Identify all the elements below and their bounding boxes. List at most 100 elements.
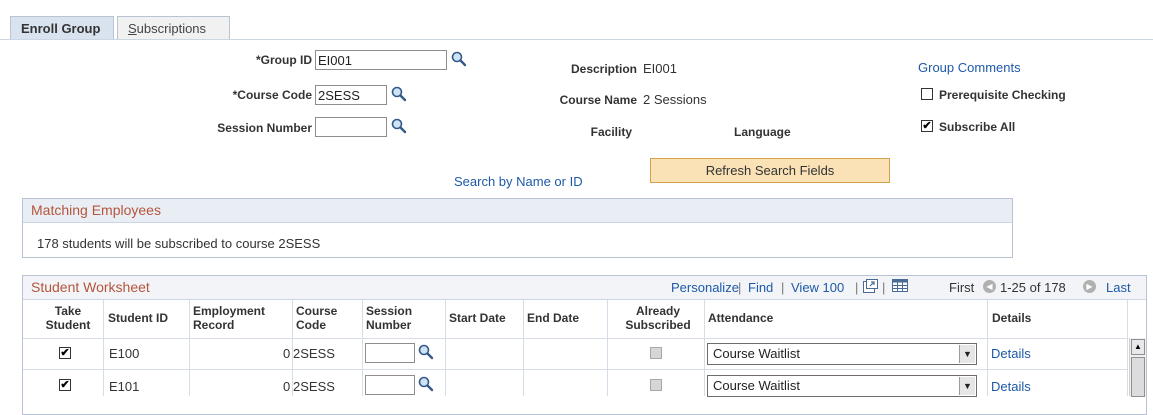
first-label: First	[949, 280, 975, 295]
column-divider	[445, 300, 446, 396]
last-link[interactable]: Last	[1106, 280, 1131, 295]
scrollbar-thumb[interactable]	[1131, 357, 1145, 397]
course-name-label: Course Name	[559, 93, 637, 107]
course-code-input[interactable]	[315, 85, 387, 105]
tab-bar-divider	[0, 39, 1153, 40]
session-number-lookup-icon[interactable]	[390, 117, 408, 135]
column-header-student-id: Student ID	[108, 311, 168, 325]
details-link[interactable]: Details	[991, 379, 1031, 394]
tab-subscriptions-access-key: S	[128, 21, 137, 36]
group-id-label: *Group ID	[256, 53, 312, 67]
column-header-emp-line2: Record	[193, 318, 235, 332]
employment-record-cell: 0	[283, 346, 291, 361]
take-student-checkbox[interactable]: ✔	[59, 347, 71, 359]
group-comments-link[interactable]: Group Comments	[918, 60, 1021, 75]
column-header-end-date: End Date	[527, 311, 580, 325]
find-link[interactable]: Find	[748, 280, 773, 295]
course-code-cell: 2SESS	[293, 346, 335, 361]
session-number-row-input[interactable]	[365, 375, 415, 395]
column-header-course-line1: Course	[296, 304, 338, 318]
vertical-scrollbar[interactable]: ▲	[1129, 338, 1146, 397]
zoom-grid-icon[interactable]	[863, 279, 878, 293]
session-number-label: Session Number	[217, 121, 312, 135]
column-divider	[362, 300, 363, 396]
nav-separator: |	[781, 280, 785, 295]
course-code-cell: 2SESS	[293, 379, 335, 394]
column-divider	[1127, 300, 1128, 396]
take-student-checkbox[interactable]: ✔	[59, 379, 71, 391]
column-header-course-line2: Code	[296, 318, 326, 332]
column-divider	[704, 300, 705, 396]
attendance-select-value: Course Waitlist	[713, 378, 800, 393]
chevron-down-icon: ▼	[959, 377, 975, 395]
column-header-already-line1: Already	[635, 304, 681, 318]
session-lookup-icon[interactable]	[417, 375, 435, 393]
refresh-search-fields-button[interactable]: Refresh Search Fields	[650, 158, 890, 183]
column-divider	[607, 300, 608, 396]
facility-label: Facility	[590, 125, 632, 139]
language-label: Language	[734, 125, 791, 139]
details-link[interactable]: Details	[991, 346, 1031, 361]
column-header-emp-line1: Employment	[193, 304, 266, 318]
nav-separator: |	[738, 280, 742, 295]
column-header-employment-record: Employment Record	[193, 304, 265, 332]
previous-page-icon[interactable]: ◀	[983, 280, 996, 293]
subscribe-all-checkbox[interactable]: ✔	[921, 120, 933, 132]
prerequisite-checking-label: Prerequisite Checking	[939, 88, 1066, 102]
column-header-course-code: Course Code	[296, 304, 337, 332]
column-divider	[987, 300, 988, 396]
employment-record-cell: 0	[283, 379, 291, 394]
already-subscribed-checkbox	[650, 347, 662, 359]
description-label: Description	[570, 62, 637, 76]
student-worksheet-grid: Student Worksheet	[22, 275, 1147, 415]
matching-employees-message: 178 students will be subscribed to cours…	[37, 236, 321, 251]
column-header-take-student: Take Student	[40, 304, 96, 332]
attendance-select[interactable]: Course Waitlist ▼	[707, 375, 977, 397]
prerequisite-checking-checkbox[interactable]	[921, 88, 933, 100]
already-subscribed-checkbox	[650, 379, 662, 391]
next-page-icon[interactable]: ▶	[1083, 280, 1096, 293]
session-lookup-icon[interactable]	[417, 343, 435, 361]
column-header-session-line2: Number	[366, 318, 412, 332]
course-code-label: *Course Code	[232, 88, 312, 102]
attendance-select-value: Course Waitlist	[713, 346, 800, 361]
student-worksheet-title: Student Worksheet	[23, 276, 1146, 300]
column-header-start-date: Start Date	[449, 311, 506, 325]
column-divider	[189, 300, 190, 396]
column-header-take-line1: Take	[54, 304, 82, 318]
session-number-input[interactable]	[315, 117, 387, 137]
session-number-row-input[interactable]	[365, 343, 415, 363]
personalize-link[interactable]: Personalize	[671, 280, 739, 295]
column-header-take-line2: Student	[45, 318, 91, 332]
attendance-select[interactable]: Course Waitlist ▼	[707, 343, 977, 365]
column-header-attendance: Attendance	[708, 311, 774, 325]
subscribe-all-label: Subscribe All	[939, 120, 1016, 134]
student-id-cell: E100	[109, 346, 140, 361]
column-divider	[103, 300, 104, 396]
group-id-input[interactable]	[315, 50, 447, 70]
nav-separator: |	[882, 280, 886, 295]
scroll-up-icon[interactable]: ▲	[1131, 339, 1145, 355]
search-by-name-or-id-link[interactable]: Search by Name or ID	[454, 174, 583, 189]
group-id-lookup-icon[interactable]	[450, 50, 468, 68]
column-header-session-number: Session Number	[366, 304, 412, 332]
column-header-details: Details	[992, 311, 1032, 325]
nav-separator: |	[855, 280, 859, 295]
download-spreadsheet-icon[interactable]	[892, 279, 908, 292]
course-code-lookup-icon[interactable]	[390, 85, 408, 103]
chevron-down-icon: ▼	[959, 345, 975, 363]
matching-employees-panel: Matching Employees 178 students will be …	[22, 198, 1013, 258]
course-name-value: 2 Sessions	[643, 92, 707, 107]
view-100-link[interactable]: View 100	[791, 280, 844, 295]
tab-subscriptions-label-rest: ubscriptions	[136, 21, 207, 36]
description-value: EI001	[643, 61, 677, 76]
matching-employees-title: Matching Employees	[23, 199, 1012, 223]
student-id-cell: E101	[109, 379, 140, 394]
tab-enroll-group[interactable]: Enroll Group	[10, 16, 114, 40]
row-range-text: 1-25 of 178	[1000, 280, 1066, 295]
column-header-already-line2: Subscribed	[625, 318, 691, 332]
tab-subscriptions[interactable]: Subscriptions	[117, 16, 230, 40]
column-header-session-line1: Session	[366, 304, 413, 318]
column-divider	[523, 300, 524, 396]
column-header-already-subscribed: Already Subscribed	[613, 304, 703, 332]
